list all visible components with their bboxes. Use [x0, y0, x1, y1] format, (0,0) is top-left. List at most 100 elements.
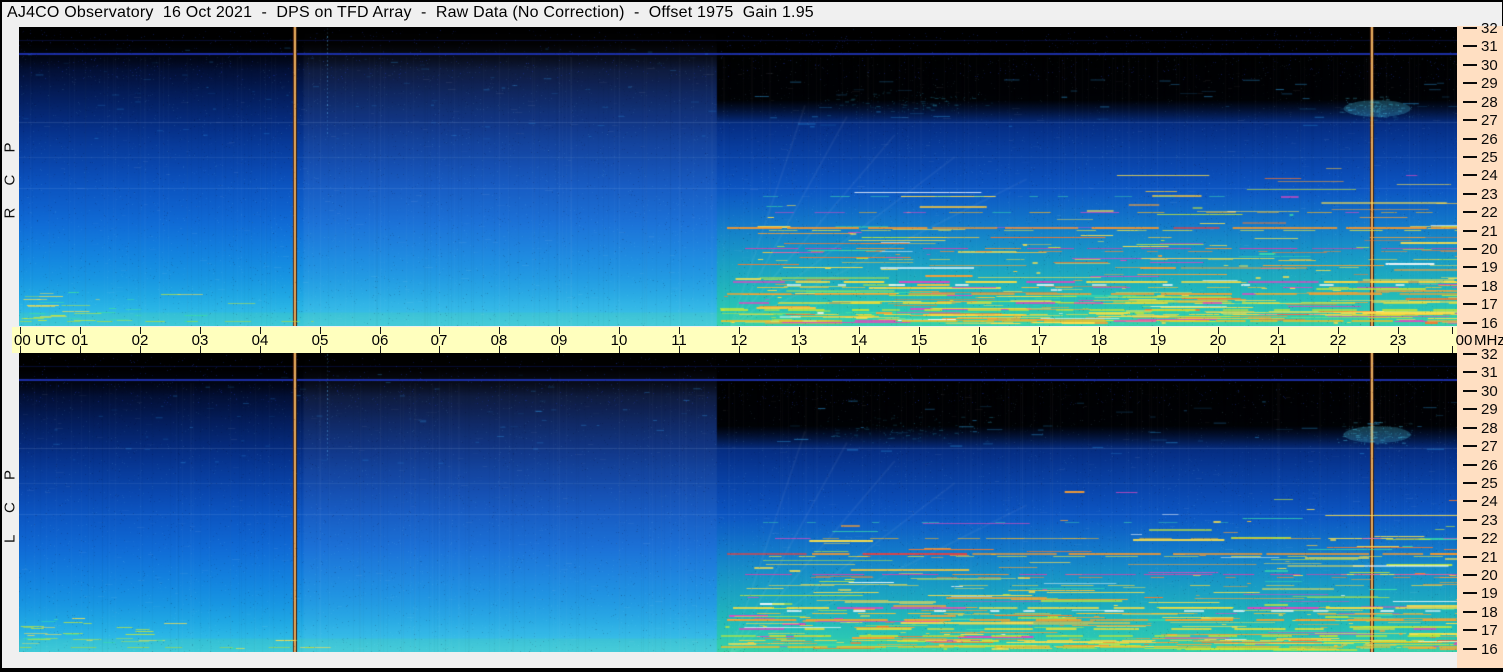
- time-label-21: 21: [1269, 332, 1287, 349]
- freq-tick-lcp-18: [1463, 611, 1477, 613]
- freq-label-lcp-18: 18: [1481, 604, 1498, 621]
- frame-left: [0, 0, 2, 672]
- freq-tick-lcp-16: [1463, 648, 1477, 650]
- title-bar: AJ4CO Observatory 16 Oct 2021 - DPS on T…: [2, 2, 1501, 26]
- freq-label-rcp-19: 19: [1481, 259, 1498, 276]
- freq-tick-rcp-25: [1463, 156, 1477, 158]
- freq-tick-rcp-23: [1463, 193, 1477, 195]
- freq-label-rcp-22: 22: [1481, 204, 1498, 221]
- freq-label-rcp-17: 17: [1481, 296, 1498, 313]
- freq-tick-lcp-17: [1463, 629, 1477, 631]
- freq-label-rcp-30: 30: [1481, 57, 1498, 74]
- freq-label-lcp-31: 31: [1481, 364, 1498, 381]
- freq-tick-lcp-19: [1463, 592, 1477, 594]
- time-label-14: 14: [850, 332, 868, 349]
- freq-label-lcp-16: 16: [1481, 641, 1498, 658]
- spectrogram-viewer: AJ4CO Observatory 16 Oct 2021 - DPS on T…: [0, 0, 1503, 672]
- time-label-06: 06: [371, 332, 389, 349]
- freq-label-lcp-19: 19: [1481, 585, 1498, 602]
- freq-tick-lcp-28: [1463, 427, 1477, 429]
- time-label-17: 17: [1030, 332, 1048, 349]
- freq-tick-rcp-20: [1463, 248, 1477, 250]
- freq-label-lcp-27: 27: [1481, 438, 1498, 455]
- time-label-12: 12: [730, 332, 748, 349]
- freq-tick-rcp-19: [1463, 266, 1477, 268]
- time-label-16: 16: [970, 332, 988, 349]
- time-label-05: 05: [311, 332, 329, 349]
- freq-tick-lcp-30: [1463, 390, 1477, 392]
- freq-tick-rcp-16: [1463, 322, 1477, 324]
- freq-label-rcp-27: 27: [1481, 112, 1498, 129]
- lcp-spectrogram: [19, 353, 1457, 652]
- freq-tick-rcp-21: [1463, 230, 1477, 232]
- freq-tick-rcp-31: [1463, 45, 1477, 47]
- freq-tick-rcp-29: [1463, 82, 1477, 84]
- time-label-18: 18: [1090, 332, 1108, 349]
- time-label-01: 01: [71, 332, 89, 349]
- freq-label-lcp-24: 24: [1481, 493, 1498, 510]
- freq-tick-lcp-23: [1463, 519, 1477, 521]
- rcp-spectrogram: [19, 27, 1457, 326]
- freq-tick-rcp-24: [1463, 174, 1477, 176]
- time-label-07: 07: [430, 332, 448, 349]
- freq-label-rcp-26: 26: [1481, 131, 1498, 148]
- time-label-10: 10: [610, 332, 628, 349]
- freq-label-rcp-24: 24: [1481, 167, 1498, 184]
- freq-tick-rcp-17: [1463, 303, 1477, 305]
- time-label-11: 11: [671, 332, 687, 349]
- time-label-22: 22: [1329, 332, 1347, 349]
- freq-label-lcp-23: 23: [1481, 512, 1498, 529]
- freq-tick-rcp-18: [1463, 285, 1477, 287]
- freq-label-lcp-26: 26: [1481, 457, 1498, 474]
- freq-label-lcp-25: 25: [1481, 475, 1498, 492]
- time-label-19: 19: [1149, 332, 1167, 349]
- frame-bottom: [0, 668, 1503, 672]
- freq-label-lcp-29: 29: [1481, 401, 1498, 418]
- freq-tick-rcp-26: [1463, 138, 1477, 140]
- freq-tick-rcp-32: [1463, 27, 1477, 29]
- freq-label-rcp-23: 23: [1481, 186, 1498, 203]
- freq-label-lcp-32: 32: [1481, 346, 1498, 363]
- time-label-13: 13: [790, 332, 808, 349]
- freq-label-rcp-16: 16: [1481, 315, 1498, 332]
- freq-label-lcp-17: 17: [1481, 622, 1498, 639]
- time-label-20: 20: [1209, 332, 1227, 349]
- freq-tick-lcp-31: [1463, 371, 1477, 373]
- freq-label-rcp-18: 18: [1481, 278, 1498, 295]
- time-label-09: 09: [550, 332, 568, 349]
- freq-tick-lcp-20: [1463, 574, 1477, 576]
- freq-label-lcp-30: 30: [1481, 383, 1498, 400]
- freq-tick-rcp-28: [1463, 101, 1477, 103]
- freq-tick-lcp-32: [1463, 353, 1477, 355]
- freq-tick-lcp-26: [1463, 464, 1477, 466]
- freq-tick-lcp-25: [1463, 482, 1477, 484]
- time-label-04: 04: [251, 332, 269, 349]
- time-label-23: 23: [1389, 332, 1407, 349]
- page-title: AJ4CO Observatory 16 Oct 2021 - DPS on T…: [7, 4, 814, 21]
- freq-tick-lcp-27: [1463, 445, 1477, 447]
- time-label-02: 02: [131, 332, 149, 349]
- rcp-polarization-label: R C P: [1, 133, 19, 219]
- freq-label-rcp-20: 20: [1481, 241, 1498, 258]
- time-label-08: 08: [490, 332, 508, 349]
- freq-label-lcp-28: 28: [1481, 420, 1498, 437]
- freq-label-lcp-21: 21: [1481, 549, 1498, 566]
- freq-tick-lcp-22: [1463, 537, 1477, 539]
- freq-label-lcp-22: 22: [1481, 530, 1498, 547]
- freq-tick-lcp-21: [1463, 556, 1477, 558]
- freq-label-rcp-29: 29: [1481, 75, 1498, 92]
- time-label-15: 15: [910, 332, 928, 349]
- freq-label-rcp-28: 28: [1481, 94, 1498, 111]
- freq-tick-rcp-30: [1463, 64, 1477, 66]
- freq-tick-lcp-29: [1463, 408, 1477, 410]
- freq-label-lcp-20: 20: [1481, 567, 1498, 584]
- lcp-polarization-label: L C P: [1, 461, 19, 543]
- freq-label-rcp-25: 25: [1481, 149, 1498, 166]
- time-label-03: 03: [191, 332, 209, 349]
- freq-tick-rcp-22: [1463, 211, 1477, 213]
- freq-tick-rcp-27: [1463, 119, 1477, 121]
- freq-tick-lcp-24: [1463, 500, 1477, 502]
- freq-label-rcp-32: 32: [1481, 20, 1498, 37]
- freq-label-rcp-21: 21: [1481, 223, 1498, 240]
- freq-label-rcp-31: 31: [1481, 38, 1498, 55]
